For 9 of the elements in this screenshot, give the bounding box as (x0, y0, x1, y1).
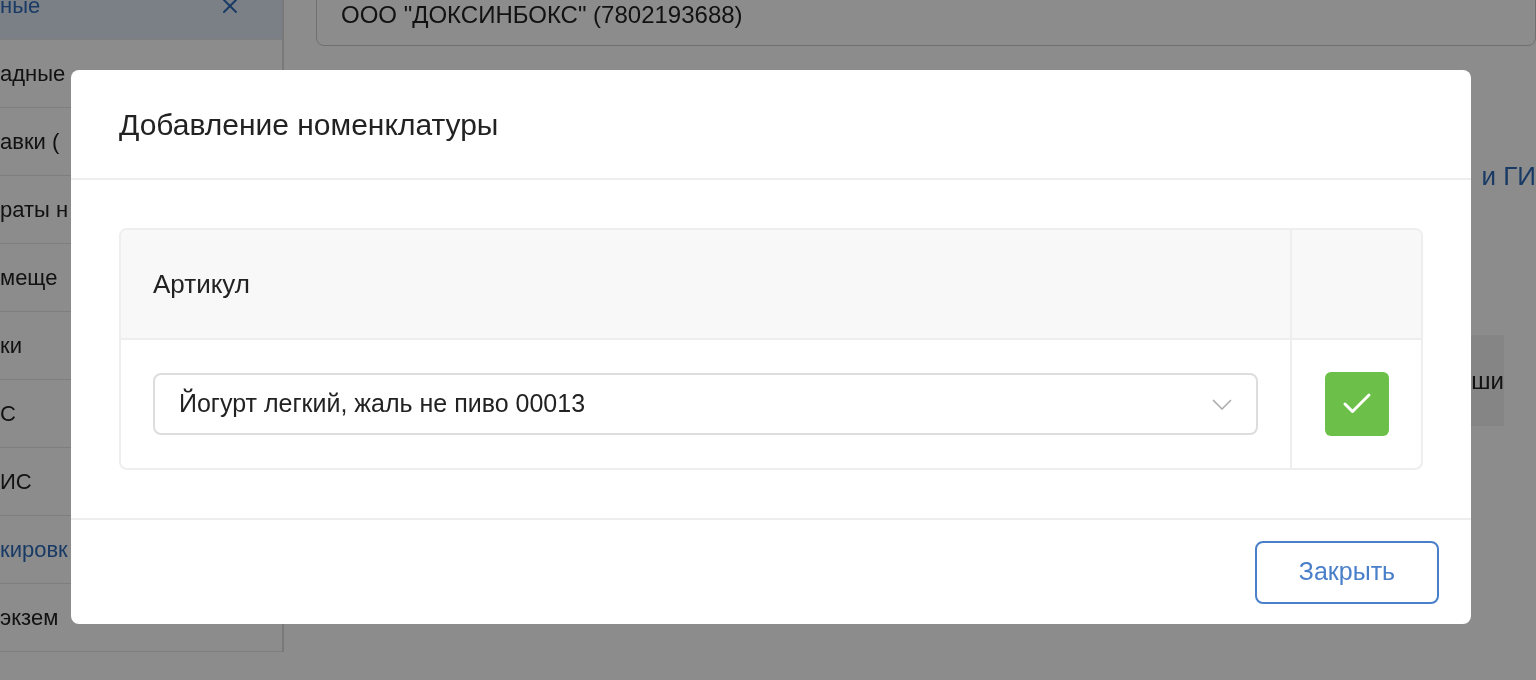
article-select[interactable]: Йогурт легкий, жаль не пиво 00013 (153, 373, 1258, 435)
close-button[interactable]: Закрыть (1255, 540, 1439, 604)
confirm-button[interactable] (1324, 372, 1389, 436)
modal-title: Добавление номенклатуры (119, 106, 499, 143)
column-header: Артикул (153, 267, 250, 301)
chevron-down-icon (1212, 398, 1232, 410)
sidebar-item[interactable]: ные (0, 0, 282, 40)
link[interactable]: и ГИ (1481, 156, 1536, 196)
organization-field[interactable]: ООО "ДОКСИНБОКС" (7802193688) (316, 0, 1536, 46)
